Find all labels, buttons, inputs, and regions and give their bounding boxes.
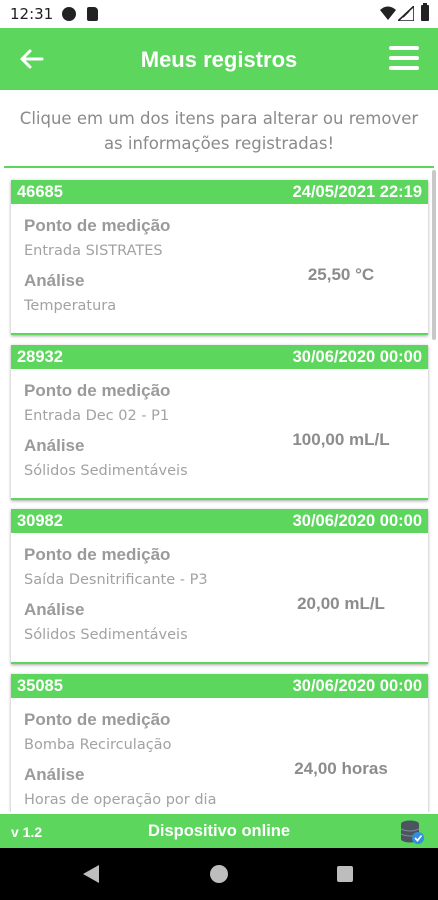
record-card[interactable]: 35085 30/06/2020 00:00 Ponto de medição … [11,674,428,812]
hamburger-menu-icon[interactable] [386,42,422,78]
record-header: 46685 24/05/2021 22:19 [11,180,428,204]
sd-card-icon [87,7,98,21]
point-label: Ponto de medição [24,381,171,400]
analysis-label: Análise [24,600,85,619]
system-navigation-bar [0,848,438,900]
footer-bar: v 1.2 Dispositivo online [0,814,438,848]
database-check-icon [400,820,424,844]
point-value: Entrada SISTRATES [24,243,163,259]
reading-value: 24,00 horas [294,759,388,778]
record-header: 30982 30/06/2020 00:00 [11,509,428,533]
nav-home-icon[interactable] [210,865,228,883]
reading-value: 100,00 mL/L [292,430,390,449]
signal-icon [398,6,414,21]
reading-value: 25,50 °C [307,265,375,284]
point-value: Entrada Dec 02 - P1 [24,408,170,424]
record-card[interactable]: 46685 24/05/2021 22:19 Ponto de medição … [11,180,428,335]
status-time: 12:31 [10,5,54,23]
notification-icon [62,7,76,21]
point-label: Ponto de medição [24,216,171,235]
analysis-label: Análise [24,436,85,455]
record-id: 30982 [17,512,63,530]
record-datetime: 30/06/2020 00:00 [292,348,422,366]
point-label: Ponto de medição [24,545,171,564]
scrollbar-thumb[interactable] [432,170,436,340]
instruction-text: Clique em um dos itens para alterar ou r… [0,106,438,156]
analysis-label: Análise [24,271,85,290]
analysis-value: Temperatura [24,298,117,314]
record-card[interactable]: 30982 30/06/2020 00:00 Ponto de medição … [11,509,428,664]
page-title: Meus registros [140,47,298,72]
record-header: 28932 30/06/2020 00:00 [11,345,428,369]
point-label: Ponto de medição [24,710,171,729]
reading-value: 20,00 mL/L [297,594,385,613]
instruction-line-2: as informações registradas! [103,134,335,153]
analysis-value: Sólidos Sedimentáveis [24,463,188,479]
record-datetime: 24/05/2021 22:19 [292,183,422,201]
record-id: 35085 [17,677,63,695]
record-id: 46685 [17,183,63,201]
records-list[interactable]: 46685 24/05/2021 22:19 Ponto de medição … [0,168,438,812]
record-header: 35085 30/06/2020 00:00 [11,674,428,698]
wifi-icon [380,6,396,20]
record-id: 28932 [17,348,63,366]
status-bar: 12:31 [0,0,438,28]
record-card[interactable]: 28932 30/06/2020 00:00 Ponto de medição … [11,345,428,500]
instruction-line-1: Clique em um dos itens para alterar ou r… [19,109,419,128]
analysis-value: Sólidos Sedimentáveis [24,627,188,643]
point-value: Saída Desnitrificante - P3 [24,572,208,588]
battery-icon [421,3,429,21]
point-value: Bomba Recirculação [24,737,172,753]
analysis-label: Análise [24,765,85,784]
nav-back-icon[interactable] [82,864,100,884]
app-bar: Meus registros [0,28,438,90]
record-datetime: 30/06/2020 00:00 [292,512,422,530]
record-datetime: 30/06/2020 00:00 [292,677,422,695]
analysis-value: Horas de operação por dia [24,792,217,808]
nav-recents-icon[interactable] [337,866,353,882]
connection-status: Dispositivo online [147,822,291,840]
